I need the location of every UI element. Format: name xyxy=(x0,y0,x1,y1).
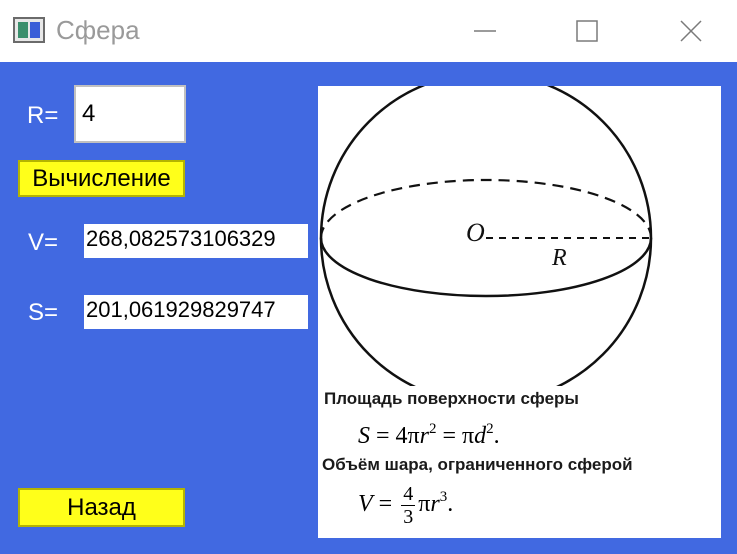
close-icon xyxy=(680,20,702,42)
window-title: Сфера xyxy=(56,15,140,45)
close-button[interactable] xyxy=(646,0,736,62)
center-label: O xyxy=(466,218,485,247)
equator-front xyxy=(319,237,653,298)
s-label: S= xyxy=(28,299,59,326)
surface-area-formula: S = 4πr2 = πd2. xyxy=(358,421,500,449)
calculate-button[interactable]: Вычисление xyxy=(18,160,185,197)
sphere-picture: O R Площадь поверхности сферы S = 4πr2 =… xyxy=(318,86,721,538)
maximize-icon xyxy=(576,20,598,42)
sphere-outline xyxy=(319,86,653,386)
v-label: V= xyxy=(28,229,59,256)
volume-output: 268,082573106329 xyxy=(84,224,308,258)
radius-input[interactable] xyxy=(74,85,186,143)
title-bar[interactable]: Сфера xyxy=(0,0,737,62)
minimize-icon xyxy=(474,30,496,32)
app-icon xyxy=(13,17,45,43)
r-label: R= xyxy=(27,102,59,129)
volume-formula: V = 4 3 πr3. xyxy=(358,483,454,528)
equator-back xyxy=(319,178,653,239)
maximize-button[interactable] xyxy=(542,0,632,62)
client-area: R= Вычисление V= 268,082573106329 S= 201… xyxy=(0,62,737,554)
minimize-button[interactable] xyxy=(440,0,530,62)
back-button[interactable]: Назад xyxy=(18,488,185,527)
surface-area-caption: Площадь поверхности сферы xyxy=(324,389,579,408)
sphere-diagram: O R xyxy=(319,86,653,386)
radius-label: R xyxy=(551,245,567,271)
surface-output: 201,061929829747 xyxy=(84,295,308,329)
volume-caption: Объём шара, ограниченного сферой xyxy=(322,455,633,474)
